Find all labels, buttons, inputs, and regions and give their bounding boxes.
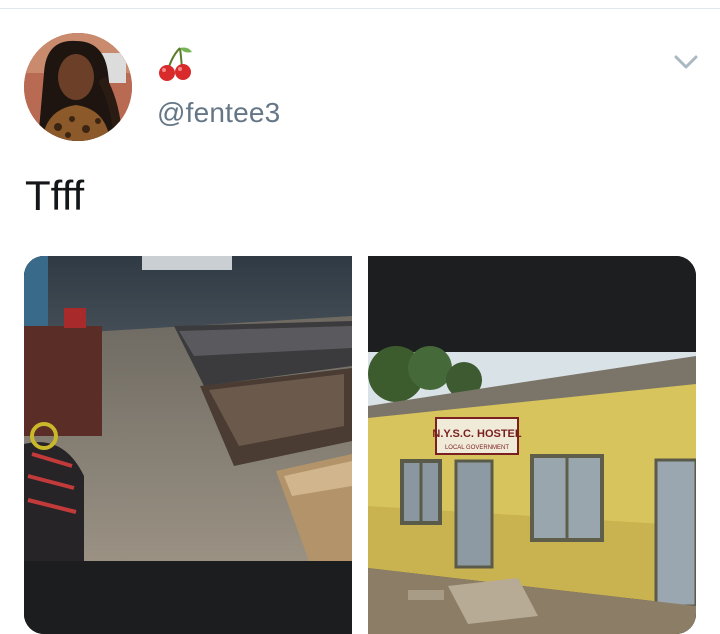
- tweet-text: Tfff: [25, 172, 85, 219]
- media-image-right[interactable]: N.Y.S.C. HOSTEL LOCAL GOVERNMENT: [368, 256, 696, 634]
- chevron-down-icon[interactable]: [672, 52, 700, 72]
- user-handle[interactable]: @fentee3: [157, 97, 280, 129]
- media-image-left[interactable]: [24, 256, 352, 634]
- avatar[interactable]: [24, 33, 132, 141]
- hostel-sign: N.Y.S.C. HOSTEL LOCAL GOVERNMENT: [432, 417, 522, 455]
- hostel-sign-subtitle: LOCAL GOVERNMENT: [445, 445, 509, 451]
- top-divider: [0, 8, 720, 9]
- avatar-image: [24, 33, 132, 141]
- hostel-sign-title: N.Y.S.C. HOSTEL: [432, 428, 522, 440]
- cherry-icon[interactable]: [156, 44, 196, 84]
